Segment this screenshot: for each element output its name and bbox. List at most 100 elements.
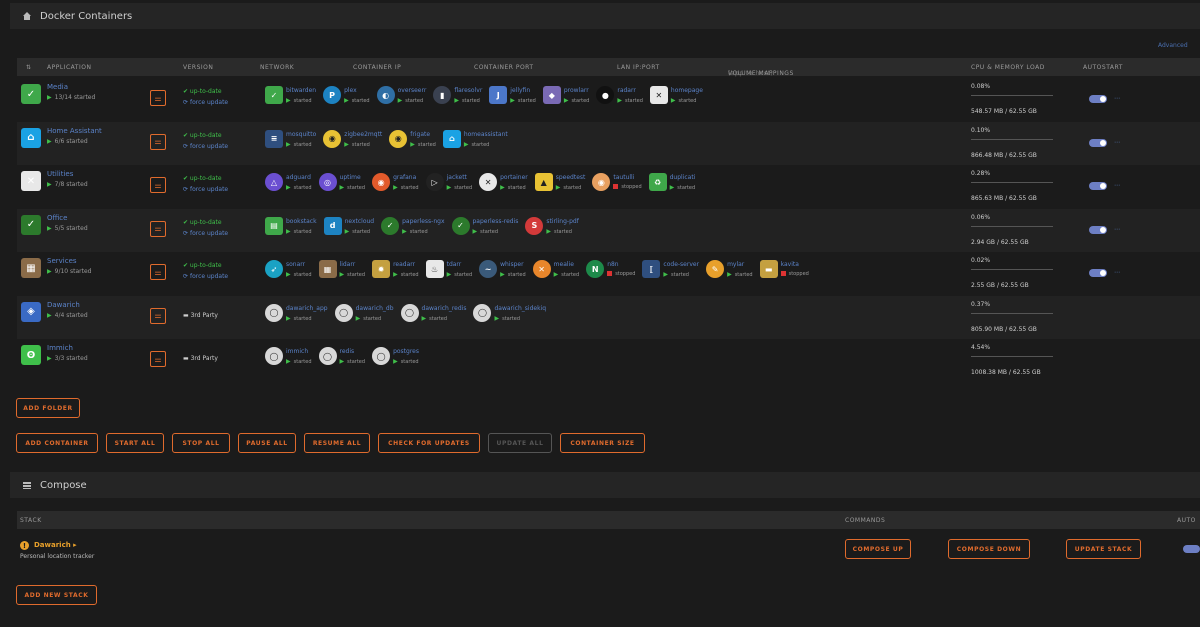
container-icon[interactable]: ◉ xyxy=(592,173,611,191)
container-item[interactable]: ◉ frigate ▶ started xyxy=(389,129,436,156)
container-item[interactable]: ▬ kavita stopped xyxy=(759,260,809,286)
stack-autostart-toggle[interactable] xyxy=(1183,545,1200,553)
container-icon[interactable]: ◯ xyxy=(400,303,419,322)
add-folder-button[interactable]: Add Folder xyxy=(16,398,80,418)
add-container-button[interactable]: Add Container xyxy=(16,433,98,453)
container-item[interactable]: ▷ jackett ▶ started xyxy=(425,173,472,199)
container-name[interactable]: uptime xyxy=(340,174,366,181)
container-icon[interactable]: ◯ xyxy=(372,347,391,365)
container-item[interactable]: ✕ mealie ▶ started xyxy=(532,260,580,286)
force-update-link[interactable]: ⟳ force update xyxy=(183,186,228,193)
container-name[interactable]: homepage xyxy=(671,87,703,94)
check-for-updates-button[interactable]: Check for Updates xyxy=(378,433,480,453)
container-item[interactable]: ✓ paperless-redis ▶ started xyxy=(451,216,518,243)
container-name[interactable]: tdarr xyxy=(447,261,473,268)
container-item[interactable]: △ adguard ▶ started xyxy=(265,173,312,199)
autostart-toggle[interactable] xyxy=(1089,95,1107,103)
container-item[interactable]: ✹ readarr ▶ started xyxy=(372,260,419,286)
autostart-chevron-icon[interactable]: ⋯ xyxy=(1114,226,1120,233)
container-item[interactable]: ◯ dawarich_sidekiq ▶ started xyxy=(473,303,546,330)
container-item[interactable]: ● radarr ▶ started xyxy=(596,86,643,112)
folder-name[interactable]: Office xyxy=(47,214,67,222)
add-new-stack-button[interactable]: Add New Stack xyxy=(16,585,97,605)
container-name[interactable]: grafana xyxy=(393,174,419,181)
container-icon[interactable]: ◉ xyxy=(372,173,391,191)
container-item[interactable]: ♨ tdarr ▶ started xyxy=(425,260,473,286)
folder-icon[interactable]: ✕ xyxy=(21,171,41,191)
container-name[interactable]: plex xyxy=(344,87,370,94)
autostart-chevron-icon[interactable]: ⋯ xyxy=(1114,269,1120,276)
container-icon[interactable]: d xyxy=(323,216,342,235)
advanced-view-link[interactable]: Advanced xyxy=(1158,42,1188,49)
container-icon[interactable]: ✓ xyxy=(381,216,400,235)
container-name[interactable]: portainer xyxy=(500,174,528,181)
folder-name[interactable]: Dawarich xyxy=(47,301,80,309)
container-icon[interactable]: ● xyxy=(596,86,615,104)
container-item[interactable]: ◯ postgres ▶ started xyxy=(372,347,419,373)
container-item[interactable]: Jjellyfin ▶ started xyxy=(489,86,536,112)
sort-icon[interactable]: ⇅ xyxy=(26,64,32,71)
folder-icon[interactable]: ⌂ xyxy=(21,127,41,148)
pause-all-button[interactable]: Pause All xyxy=(238,433,296,453)
container-item[interactable]: ◉ zigbee2mqtt ▶ started xyxy=(323,129,382,156)
container-item[interactable]: ◯ dawarich_redis ▶ started xyxy=(400,303,466,330)
folder-menu-button[interactable]: ⚌ xyxy=(150,220,166,237)
container-icon[interactable]: ▮ xyxy=(433,86,452,104)
container-item[interactable]: Sstirling-pdf ▶ started xyxy=(525,216,579,243)
container-icon[interactable]: ◯ xyxy=(265,303,283,322)
container-icon[interactable]: ◯ xyxy=(318,347,337,365)
folder-icon[interactable]: ▦ xyxy=(21,258,41,278)
container-item[interactable]: ◉ tautulli stopped xyxy=(592,173,642,199)
container-icon[interactable]: ✓ xyxy=(451,216,470,235)
resume-all-button[interactable]: Resume All xyxy=(304,433,370,453)
container-icon[interactable]: ✕ xyxy=(649,86,668,104)
folder-name[interactable]: Immich xyxy=(47,344,73,352)
container-icon[interactable]: ✕ xyxy=(532,260,551,278)
container-icon[interactable]: ▤ xyxy=(265,216,283,235)
container-icon[interactable]: P xyxy=(323,86,342,104)
container-item[interactable]: Pplex ▶ started xyxy=(323,86,370,112)
folder-menu-button[interactable]: ⚌ xyxy=(150,351,166,367)
container-item[interactable]: Nn8n stopped xyxy=(586,260,635,286)
container-icon[interactable]: ⟦ xyxy=(642,260,661,278)
container-name[interactable]: code-server xyxy=(663,261,699,268)
container-name[interactable]: overseerr xyxy=(398,87,427,94)
container-icon[interactable]: ◐ xyxy=(376,86,395,104)
container-item[interactable]: ▦ lidarr ▶ started xyxy=(318,260,365,286)
container-name[interactable]: speedtest xyxy=(556,174,586,181)
container-name[interactable]: redis xyxy=(340,348,366,355)
container-icon[interactable]: ◎ xyxy=(318,173,337,191)
force-update-link[interactable]: ⟳ force update xyxy=(183,230,228,237)
container-name[interactable]: jellyfin xyxy=(510,87,536,94)
container-icon[interactable]: ▦ xyxy=(318,260,337,278)
container-name[interactable]: mealie xyxy=(554,261,580,268)
container-item[interactable]: ≡ mosquitto ▶ started xyxy=(265,129,316,156)
folder-menu-button[interactable]: ⚌ xyxy=(150,177,166,193)
container-name[interactable]: radarr xyxy=(617,87,643,94)
container-name[interactable]: n8n xyxy=(607,261,635,268)
container-icon[interactable]: △ xyxy=(265,173,283,191)
container-icon[interactable]: ◉ xyxy=(323,129,342,148)
container-name[interactable]: frigate xyxy=(410,131,436,138)
folder-menu-button[interactable]: ⚌ xyxy=(150,133,166,150)
container-item[interactable]: ◐ overseerr ▶ started xyxy=(376,86,427,112)
container-item[interactable]: ▮ flaresolvr ▶ started xyxy=(433,86,482,112)
container-item[interactable]: d nextcloud ▶ started xyxy=(323,216,375,243)
autostart-toggle[interactable] xyxy=(1089,182,1107,190)
container-icon[interactable]: ≡ xyxy=(265,129,283,148)
folder-menu-button[interactable]: ⚌ xyxy=(150,264,166,280)
container-name[interactable]: sonarr xyxy=(286,261,312,268)
container-item[interactable]: ♻ duplicati ▶ started xyxy=(648,173,695,199)
container-name[interactable]: flaresolvr xyxy=(454,87,482,94)
container-name[interactable]: nextcloud xyxy=(345,218,375,225)
container-icon[interactable]: ◆ xyxy=(542,86,561,104)
force-update-link[interactable]: ⟳ force update xyxy=(183,99,228,106)
folder-name[interactable]: Services xyxy=(47,257,77,265)
compose-down-button[interactable]: Compose Down xyxy=(948,539,1030,559)
container-item[interactable]: ◎ uptime ▶ started xyxy=(318,173,366,199)
container-name[interactable]: mosquitto xyxy=(286,131,316,138)
container-item[interactable]: ✕ portainer ▶ started xyxy=(479,173,528,199)
autostart-chevron-icon[interactable]: ⋯ xyxy=(1114,139,1120,146)
container-item[interactable]: ➶ sonarr ▶ started xyxy=(265,260,312,286)
container-item[interactable]: ▲ speedtest ▶ started xyxy=(534,173,586,199)
